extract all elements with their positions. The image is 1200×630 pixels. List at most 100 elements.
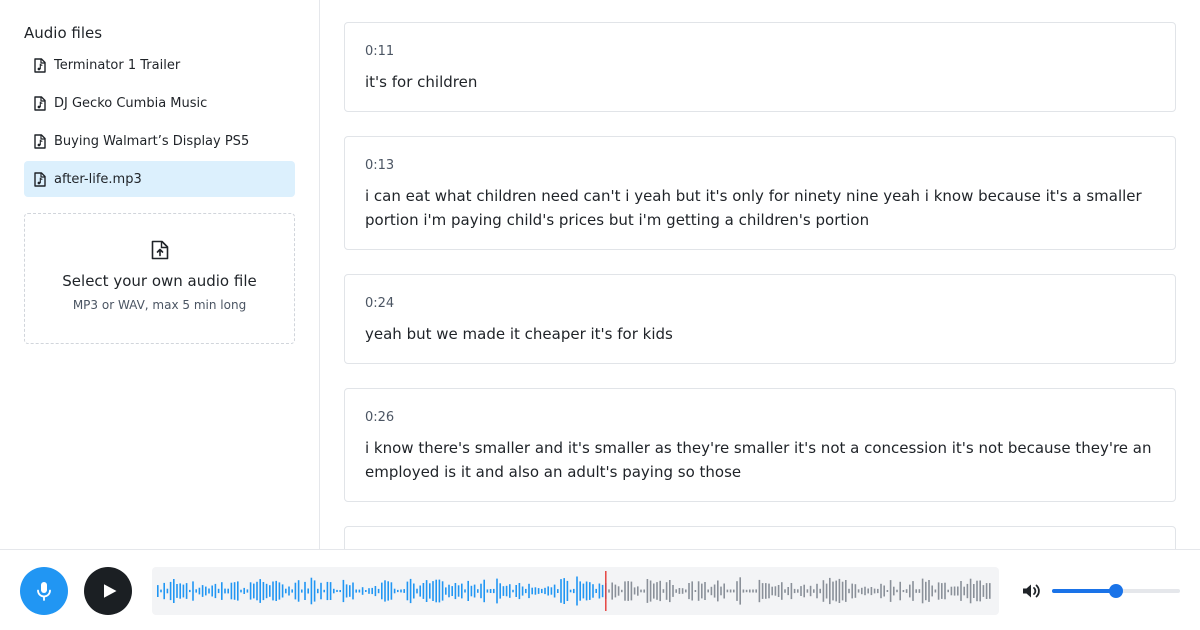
app: Audio files Terminator 1 Trailer DJ Geck… <box>0 0 1200 630</box>
waveform-bar <box>704 582 706 600</box>
waveform-bar <box>291 589 293 593</box>
waveform-bar <box>461 583 463 599</box>
waveform-bar <box>525 588 527 594</box>
waveform-bar <box>384 580 386 602</box>
upload-title: Select your own audio file <box>62 272 257 290</box>
record-button[interactable] <box>20 567 68 615</box>
waveform-bar <box>566 580 569 601</box>
waveform-bar <box>473 584 476 598</box>
file-item-dj-gecko[interactable]: DJ Gecko Cumbia Music <box>24 85 295 121</box>
waveform-bar <box>861 587 863 595</box>
waveform-bar <box>873 588 876 594</box>
waveform-bar <box>544 587 546 595</box>
waveform-bar <box>297 580 300 602</box>
waveform-bar <box>400 589 402 593</box>
waveform-bar <box>275 580 277 601</box>
waveform-bar <box>157 585 159 597</box>
waveform <box>157 571 991 611</box>
waveform-bar <box>550 587 553 595</box>
playhead-cursor[interactable] <box>605 571 607 611</box>
waveform-bar <box>953 586 956 596</box>
waveform-bar <box>579 581 581 601</box>
segment-timestamp: 0:26 <box>365 410 395 425</box>
waveform-bar <box>893 586 895 596</box>
waveform-bar <box>934 589 937 593</box>
waveform-bar <box>477 589 479 593</box>
waveform-bar <box>528 583 530 599</box>
waveform-bar <box>451 586 453 596</box>
waveform-bar <box>301 589 303 593</box>
transcript-segment[interactable] <box>344 526 1176 549</box>
waveform-bar <box>886 590 889 592</box>
waveform-bar <box>768 583 770 599</box>
waveform-bar <box>438 579 441 603</box>
transcript-segment[interactable]: 0:26 i know there's smaller and it's sma… <box>344 388 1176 502</box>
waveform-bar <box>918 589 921 593</box>
waveform-bar <box>797 589 799 593</box>
file-item-after-life[interactable]: after-life.mp3 <box>24 161 295 197</box>
waveform-bar <box>368 588 370 594</box>
waveform-bar <box>342 579 345 603</box>
waveform-bar <box>733 589 735 593</box>
audio-file-icon <box>34 171 46 187</box>
waveform-bar <box>816 583 818 599</box>
waveform-bar <box>825 583 828 599</box>
waveform-bar <box>909 584 911 598</box>
file-item-walmart-ps5[interactable]: Buying Walmart’s Display PS5 <box>24 123 295 159</box>
transcript-panel[interactable]: 0:11 it's for children 0:13 i can eat wh… <box>321 0 1200 549</box>
waveform-bar <box>269 585 271 597</box>
volume-slider[interactable] <box>1052 583 1180 599</box>
waveform-bar <box>633 587 636 595</box>
waveform-bar <box>537 588 540 594</box>
segment-text: yeah but we made it cheaper it's for kid… <box>365 325 673 343</box>
waveform-bar <box>413 583 415 599</box>
waveform-bar <box>445 587 447 595</box>
waveform-bar <box>803 584 805 598</box>
upload-subtitle: MP3 or WAV, max 5 min long <box>72 298 247 312</box>
waveform-bar <box>627 581 629 601</box>
volume-thumb[interactable] <box>1109 584 1123 598</box>
waveform-bar <box>217 588 220 594</box>
volume-icon[interactable] <box>1021 581 1041 601</box>
waveform-bar <box>870 587 873 596</box>
waveform-bar <box>637 586 639 596</box>
waveform-bar <box>307 588 309 594</box>
waveform-bar <box>985 583 988 599</box>
transcript-segment[interactable]: 0:13 i can eat what children need can't … <box>344 136 1176 250</box>
waveform-bar <box>867 588 869 594</box>
waveform-bar <box>531 587 533 595</box>
waveform-bar <box>771 586 773 596</box>
waveform-bar <box>489 589 492 593</box>
waveform-bar <box>675 589 677 593</box>
segment-timestamp: 0:24 <box>365 296 395 311</box>
waveform-bar <box>457 585 460 597</box>
waveform-bar <box>963 586 965 596</box>
waveform-bar <box>915 589 917 593</box>
waveform-bar <box>253 583 255 599</box>
transcript-segment[interactable]: 0:24 yeah but we made it cheaper it's fo… <box>344 274 1176 364</box>
waveform-bar <box>665 582 668 600</box>
transcript-segment[interactable]: 0:11 it's for children <box>344 22 1176 112</box>
waveform-scrubber[interactable] <box>152 567 999 615</box>
waveform-bar <box>224 588 226 594</box>
waveform-bar <box>736 581 738 601</box>
waveform-bar <box>643 589 645 593</box>
waveform-bar <box>365 590 367 592</box>
waveform-bar <box>899 581 901 601</box>
waveform-bar <box>454 583 457 600</box>
file-item-terminator[interactable]: Terminator 1 Trailer <box>24 47 295 83</box>
waveform-bar <box>784 589 786 593</box>
waveform-bar <box>230 582 233 600</box>
waveform-bar <box>272 581 274 601</box>
upload-dropzone[interactable]: Select your own audio file MP3 or WAV, m… <box>24 213 295 344</box>
waveform-bar <box>310 577 313 605</box>
waveform-bar <box>387 581 389 601</box>
waveform-bar <box>211 585 213 597</box>
player-bar <box>0 549 1200 630</box>
waveform-bar <box>227 588 229 594</box>
play-button[interactable] <box>84 567 132 615</box>
waveform-bar <box>793 588 796 594</box>
play-icon <box>103 583 117 599</box>
waveform-bar <box>989 583 991 599</box>
waveform-bar <box>278 582 281 600</box>
